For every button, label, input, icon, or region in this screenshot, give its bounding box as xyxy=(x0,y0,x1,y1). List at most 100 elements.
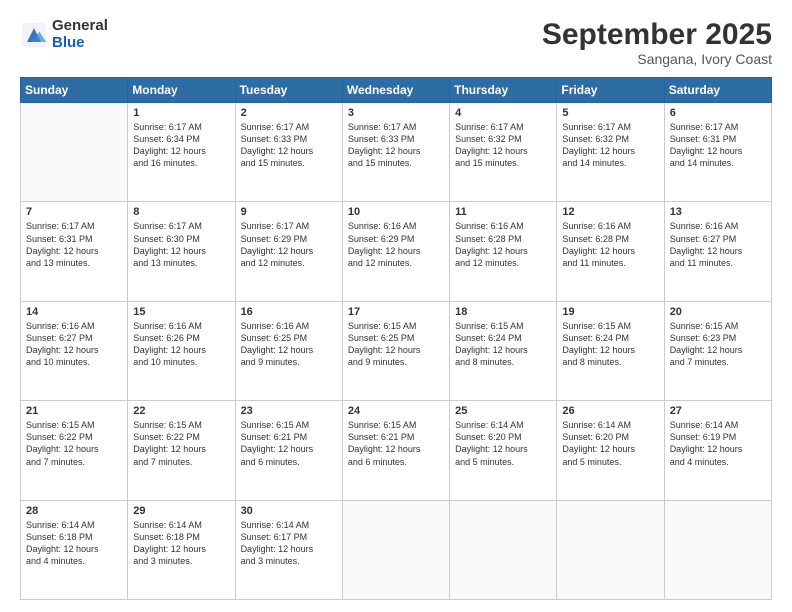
logo-icon xyxy=(20,21,48,49)
day-info: Sunrise: 6:17 AM Sunset: 6:31 PM Dayligh… xyxy=(26,220,122,269)
logo: General Blue xyxy=(20,18,108,51)
header-friday: Friday xyxy=(557,78,664,103)
table-row xyxy=(21,103,128,202)
day-number: 1 xyxy=(133,107,229,119)
day-info: Sunrise: 6:14 AM Sunset: 6:19 PM Dayligh… xyxy=(670,419,766,468)
day-info: Sunrise: 6:17 AM Sunset: 6:30 PM Dayligh… xyxy=(133,220,229,269)
table-row: 18 Sunrise: 6:15 AM Sunset: 6:24 PM Dayli… xyxy=(450,301,557,400)
logo-general: General xyxy=(52,18,108,35)
day-number: 29 xyxy=(133,505,229,517)
header: General Blue September 2025 Sangana, Ivo… xyxy=(20,18,772,67)
logo-text: General Blue xyxy=(52,18,108,51)
day-info: Sunrise: 6:14 AM Sunset: 6:17 PM Dayligh… xyxy=(241,519,337,568)
day-info: Sunrise: 6:17 AM Sunset: 6:31 PM Dayligh… xyxy=(670,121,766,170)
day-number: 18 xyxy=(455,306,551,318)
day-number: 27 xyxy=(670,405,766,417)
calendar-week-row: 28 Sunrise: 6:14 AM Sunset: 6:18 PM Dayli… xyxy=(21,500,772,599)
day-info: Sunrise: 6:16 AM Sunset: 6:26 PM Dayligh… xyxy=(133,320,229,369)
table-row: 3 Sunrise: 6:17 AM Sunset: 6:33 PM Daylig… xyxy=(342,103,449,202)
day-info: Sunrise: 6:17 AM Sunset: 6:33 PM Dayligh… xyxy=(348,121,444,170)
day-info: Sunrise: 6:15 AM Sunset: 6:21 PM Dayligh… xyxy=(241,419,337,468)
table-row: 1Sunrise: 6:17 AM Sunset: 6:34 PM Daylig… xyxy=(128,103,235,202)
day-info: Sunrise: 6:16 AM Sunset: 6:28 PM Dayligh… xyxy=(562,220,658,269)
day-number: 9 xyxy=(241,206,337,218)
day-number: 16 xyxy=(241,306,337,318)
day-number: 3 xyxy=(348,107,444,119)
day-info: Sunrise: 6:16 AM Sunset: 6:29 PM Dayligh… xyxy=(348,220,444,269)
table-row: 2 Sunrise: 6:17 AM Sunset: 6:33 PM Daylig… xyxy=(235,103,342,202)
day-info: Sunrise: 6:16 AM Sunset: 6:27 PM Dayligh… xyxy=(26,320,122,369)
table-row: 25Sunrise: 6:14 AM Sunset: 6:20 PM Dayli… xyxy=(450,401,557,500)
table-row: 14 Sunrise: 6:16 AM Sunset: 6:27 PM Dayli… xyxy=(21,301,128,400)
title-location: Sangana, Ivory Coast xyxy=(542,51,772,67)
day-number: 10 xyxy=(348,206,444,218)
calendar-table: Sunday Monday Tuesday Wednesday Thursday… xyxy=(20,77,772,600)
table-row: 9 Sunrise: 6:17 AM Sunset: 6:29 PM Daylig… xyxy=(235,202,342,301)
table-row: 7Sunrise: 6:17 AM Sunset: 6:31 PM Daylig… xyxy=(21,202,128,301)
day-info: Sunrise: 6:15 AM Sunset: 6:24 PM Dayligh… xyxy=(562,320,658,369)
day-number: 26 xyxy=(562,405,658,417)
day-info: Sunrise: 6:15 AM Sunset: 6:25 PM Dayligh… xyxy=(348,320,444,369)
header-sunday: Sunday xyxy=(21,78,128,103)
table-row xyxy=(342,500,449,599)
day-number: 12 xyxy=(562,206,658,218)
table-row xyxy=(557,500,664,599)
header-tuesday: Tuesday xyxy=(235,78,342,103)
day-number: 24 xyxy=(348,405,444,417)
title-month: September 2025 xyxy=(542,18,772,51)
table-row: 11Sunrise: 6:16 AM Sunset: 6:28 PM Dayli… xyxy=(450,202,557,301)
table-row: 26Sunrise: 6:14 AM Sunset: 6:20 PM Dayli… xyxy=(557,401,664,500)
day-number: 15 xyxy=(133,306,229,318)
day-info: Sunrise: 6:14 AM Sunset: 6:20 PM Dayligh… xyxy=(455,419,551,468)
title-block: September 2025 Sangana, Ivory Coast xyxy=(542,18,772,67)
day-number: 11 xyxy=(455,206,551,218)
table-row: 6Sunrise: 6:17 AM Sunset: 6:31 PM Daylig… xyxy=(664,103,771,202)
day-number: 2 xyxy=(241,107,337,119)
day-number: 5 xyxy=(562,107,658,119)
day-number: 19 xyxy=(562,306,658,318)
day-info: Sunrise: 6:15 AM Sunset: 6:22 PM Dayligh… xyxy=(133,419,229,468)
table-row: 29 Sunrise: 6:14 AM Sunset: 6:18 PM Dayli… xyxy=(128,500,235,599)
day-number: 22 xyxy=(133,405,229,417)
table-row: 27 Sunrise: 6:14 AM Sunset: 6:19 PM Dayli… xyxy=(664,401,771,500)
day-info: Sunrise: 6:16 AM Sunset: 6:27 PM Dayligh… xyxy=(670,220,766,269)
logo-blue: Blue xyxy=(52,35,108,52)
calendar-week-row: 7Sunrise: 6:17 AM Sunset: 6:31 PM Daylig… xyxy=(21,202,772,301)
table-row: 20 Sunrise: 6:15 AM Sunset: 6:23 PM Dayli… xyxy=(664,301,771,400)
day-info: Sunrise: 6:17 AM Sunset: 6:29 PM Dayligh… xyxy=(241,220,337,269)
table-row: 10 Sunrise: 6:16 AM Sunset: 6:29 PM Dayli… xyxy=(342,202,449,301)
day-number: 30 xyxy=(241,505,337,517)
page: General Blue September 2025 Sangana, Ivo… xyxy=(0,0,792,612)
table-row: 23 Sunrise: 6:15 AM Sunset: 6:21 PM Dayli… xyxy=(235,401,342,500)
header-thursday: Thursday xyxy=(450,78,557,103)
table-row: 21 Sunrise: 6:15 AM Sunset: 6:22 PM Dayli… xyxy=(21,401,128,500)
table-row: 12 Sunrise: 6:16 AM Sunset: 6:28 PM Dayli… xyxy=(557,202,664,301)
day-info: Sunrise: 6:17 AM Sunset: 6:32 PM Dayligh… xyxy=(455,121,551,170)
day-info: Sunrise: 6:15 AM Sunset: 6:23 PM Dayligh… xyxy=(670,320,766,369)
day-info: Sunrise: 6:17 AM Sunset: 6:33 PM Dayligh… xyxy=(241,121,337,170)
header-saturday: Saturday xyxy=(664,78,771,103)
table-row: 28 Sunrise: 6:14 AM Sunset: 6:18 PM Dayli… xyxy=(21,500,128,599)
table-row: 19 Sunrise: 6:15 AM Sunset: 6:24 PM Dayli… xyxy=(557,301,664,400)
day-number: 28 xyxy=(26,505,122,517)
day-number: 14 xyxy=(26,306,122,318)
table-row: 4 Sunrise: 6:17 AM Sunset: 6:32 PM Daylig… xyxy=(450,103,557,202)
day-number: 20 xyxy=(670,306,766,318)
table-row: 30 Sunrise: 6:14 AM Sunset: 6:17 PM Dayli… xyxy=(235,500,342,599)
table-row xyxy=(450,500,557,599)
table-row: 15 Sunrise: 6:16 AM Sunset: 6:26 PM Dayli… xyxy=(128,301,235,400)
day-info: Sunrise: 6:14 AM Sunset: 6:18 PM Dayligh… xyxy=(26,519,122,568)
calendar-header-row: Sunday Monday Tuesday Wednesday Thursday… xyxy=(21,78,772,103)
day-info: Sunrise: 6:15 AM Sunset: 6:22 PM Dayligh… xyxy=(26,419,122,468)
day-info: Sunrise: 6:14 AM Sunset: 6:18 PM Dayligh… xyxy=(133,519,229,568)
day-number: 4 xyxy=(455,107,551,119)
header-wednesday: Wednesday xyxy=(342,78,449,103)
table-row: 16Sunrise: 6:16 AM Sunset: 6:25 PM Dayli… xyxy=(235,301,342,400)
day-info: Sunrise: 6:17 AM Sunset: 6:32 PM Dayligh… xyxy=(562,121,658,170)
calendar-week-row: 1Sunrise: 6:17 AM Sunset: 6:34 PM Daylig… xyxy=(21,103,772,202)
calendar-week-row: 14 Sunrise: 6:16 AM Sunset: 6:27 PM Dayli… xyxy=(21,301,772,400)
day-number: 21 xyxy=(26,405,122,417)
day-info: Sunrise: 6:15 AM Sunset: 6:24 PM Dayligh… xyxy=(455,320,551,369)
header-monday: Monday xyxy=(128,78,235,103)
day-number: 23 xyxy=(241,405,337,417)
